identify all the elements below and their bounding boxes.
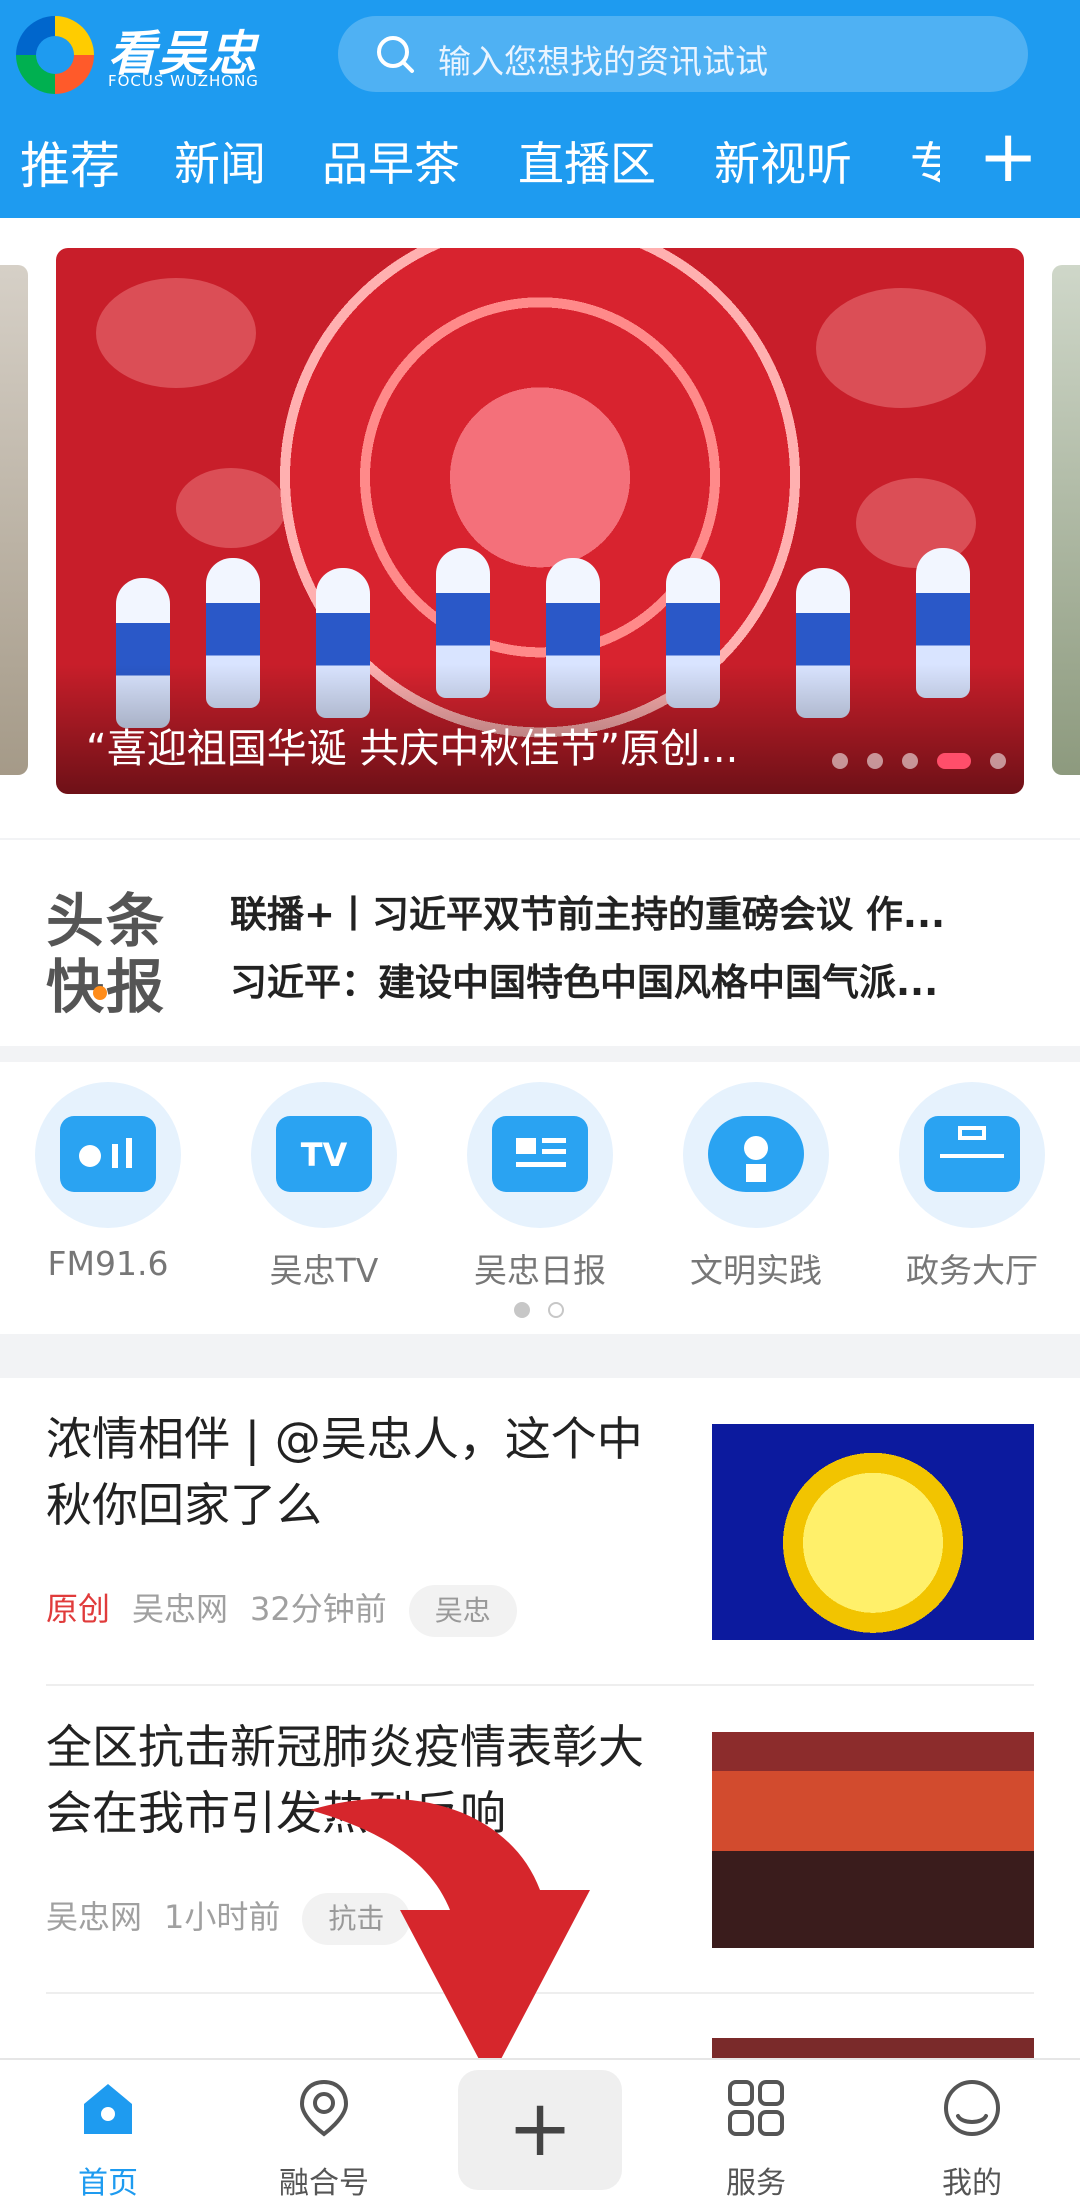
bottom-nav: 首页 融合号 + 服务 我的 (0, 2058, 1080, 2202)
nav-home[interactable]: 首页 (0, 2060, 216, 2202)
nav-mine[interactable]: 我的 (864, 2060, 1080, 2202)
service-label: FM91.6 (47, 1244, 169, 1283)
tv-glyph: TV (301, 1136, 348, 1174)
tab-live[interactable]: 直播区 (518, 128, 656, 194)
service-label: 吴忠TV (269, 1251, 379, 1290)
grid-icon (728, 2080, 784, 2136)
news-thumbnail (712, 1424, 1034, 1640)
pager-dot (548, 1302, 564, 1318)
news-source: 吴忠网 (132, 1590, 229, 1628)
news-tag[interactable]: 吴忠 (408, 1585, 517, 1637)
carousel-next-slide[interactable] (1052, 265, 1080, 775)
banner-caption: “喜迎祖国华诞 共庆中秋佳节”原创... (86, 726, 739, 772)
service-fm[interactable]: FM91.6 (0, 1072, 181, 1292)
tab-morning-tea[interactable]: 品早茶 (322, 128, 460, 194)
badge-glyph (744, 1136, 768, 1182)
service-government[interactable]: 政务大厅 (864, 1072, 1045, 1292)
news-source: 吴忠网 (46, 1898, 143, 1936)
search-bar[interactable]: 输入您想找的资讯试试 (338, 16, 1028, 92)
carousel-dot (831, 752, 848, 769)
tab-news[interactable]: 新闻 (174, 128, 266, 194)
pager-dot-active (514, 1302, 530, 1318)
app-logo[interactable]: 看吴忠 FOCUS WUZHONG (16, 14, 306, 96)
nav-label: 融合号 (279, 2166, 369, 2201)
nav-label: 我的 (942, 2166, 1002, 2201)
headline-item[interactable]: 习近平：建设中国特色中国风格中国气派... (230, 952, 1030, 1006)
logo-mark-icon (16, 16, 94, 94)
service-civilization[interactable]: 文明实践 (648, 1072, 829, 1292)
tab-partial[interactable]: 专 (910, 128, 940, 194)
news-time: 1小时前 (164, 1898, 281, 1936)
top-header: 看吴忠 FOCUS WUZHONG 输入您想找的资讯试试 推荐 新闻 品早茶 直… (0, 0, 1080, 218)
svg-text:TV: TV (301, 1136, 348, 1174)
carousel-prev-slide[interactable] (0, 265, 28, 775)
home-icon (84, 2084, 132, 2134)
news-thumbnail-partial (712, 2038, 1034, 2058)
banner-slide[interactable]: “喜迎祖国华诞 共庆中秋佳节”原创... (56, 248, 1024, 794)
app-screen: 看吴忠 FOCUS WUZHONG 输入您想找的资讯试试 推荐 新闻 品早茶 直… (0, 0, 1080, 2202)
newspaper-icon (467, 1082, 613, 1228)
radio-glyph (79, 1138, 132, 1168)
search-icon (377, 36, 414, 73)
nav-label: 首页 (78, 2166, 138, 2201)
headline-logo-line2: 快报 (46, 953, 167, 1021)
profile-icon (944, 2080, 1000, 2136)
badge-icon (683, 1082, 829, 1228)
newspaper-glyph (516, 1138, 566, 1167)
news-meta: 原创 吴忠网 32分钟前 吴忠 (46, 1584, 517, 1637)
news-thumbnail (712, 1732, 1034, 1948)
publish-button[interactable]: + (458, 2070, 622, 2190)
plus-icon: + (507, 2084, 573, 2174)
news-item[interactable]: 浓情相伴 | @吴忠人，这个中秋你回家了么 原创 吴忠网 32分钟前 吴忠 (46, 1378, 1034, 1684)
nav-fusion[interactable]: 融合号 (216, 2060, 432, 2202)
briefcase-icon (899, 1082, 1045, 1228)
service-label: 文明实践 (690, 1251, 822, 1290)
original-badge: 原创 (46, 1590, 111, 1628)
tv-icon: TV (251, 1082, 397, 1228)
carousel-dot (990, 752, 1006, 769)
radio-icon (35, 1082, 181, 1228)
service-label: 吴忠日报 (474, 1251, 606, 1290)
banner-decoration (176, 468, 286, 548)
news-time: 32分钟前 (250, 1590, 387, 1628)
nav-service[interactable]: 服务 (648, 2060, 864, 2202)
nav-label: 服务 (726, 2166, 786, 2201)
search-placeholder: 输入您想找的资讯试试 (438, 42, 768, 81)
briefcase-glyph (940, 1126, 1004, 1158)
tab-new-media[interactable]: 新视听 (714, 128, 852, 194)
service-tv[interactable]: TV 吴忠TV (216, 1072, 397, 1292)
carousel-dot (901, 752, 918, 769)
banner-decoration (96, 278, 256, 388)
services-grid: FM91.6 TV 吴忠TV 吴忠日报 文明实践 政务大厅 (0, 1062, 1080, 1334)
location-pin-icon (299, 2079, 349, 2137)
carousel-dot (866, 752, 883, 769)
logo-subtitle: FOCUS WUZHONG (108, 72, 259, 90)
service-daily[interactable]: 吴忠日报 (432, 1072, 613, 1292)
headline-news-section: 头条 快报 联播+丨习近平双节前主持的重磅会议 作... 习近平：建设中国特色中… (0, 840, 1080, 1046)
services-pager (514, 1302, 582, 1322)
carousel-dot-active (936, 752, 971, 769)
headline-logo-dot (93, 986, 107, 1000)
carousel-indicator (818, 750, 1006, 769)
service-label: 政务大厅 (906, 1251, 1038, 1290)
channel-tabs: 推荐 新闻 品早茶 直播区 新视听 专 + (0, 114, 1080, 212)
banner-decoration (816, 288, 986, 408)
headline-item[interactable]: 联播+丨习近平双节前主持的重磅会议 作... (230, 884, 1030, 938)
tab-recommend[interactable]: 推荐 (20, 126, 120, 198)
add-channel-button[interactable]: + (978, 114, 1038, 198)
news-title: 浓情相伴 | @吴忠人，这个中秋你回家了么 (46, 1412, 643, 1532)
